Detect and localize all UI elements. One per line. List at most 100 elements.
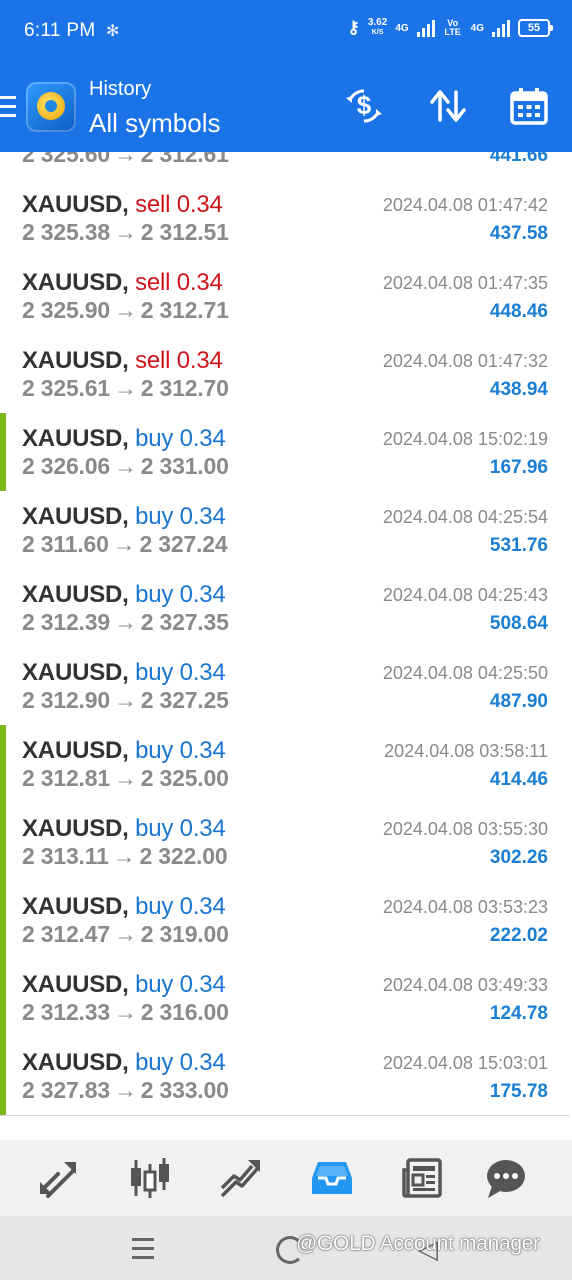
signal-icon — [416, 19, 435, 37]
calendar-icon[interactable] — [509, 86, 549, 126]
price-arrow-icon: → — [113, 1077, 137, 1103]
news-icon[interactable] — [400, 1156, 444, 1200]
table-row[interactable]: XAUUSD, buy 0.34 2 312.81 → 2 325.00 2024.04… — [0, 725, 570, 804]
deal-title: XAUUSD, buy 0.34 — [22, 503, 226, 531]
deal-volume: 0.34 — [179, 893, 226, 920]
table-row[interactable]: XAUUSD, buy 0.34 2 311.60 → 2 327.24 2024.04… — [0, 491, 570, 570]
price-arrow-icon: → — [113, 999, 137, 1025]
deal-volume: 0.34 — [179, 815, 226, 842]
open-price: 2 312.47 — [22, 921, 110, 947]
table-row[interactable]: XAUUSD, sell 0.34 2 325.90 → 2 312.71 2024.0… — [0, 257, 570, 336]
chat-icon[interactable] — [484, 1156, 528, 1200]
network-type-1: 4G — [395, 22, 409, 34]
close-price: 2 327.35 — [140, 609, 229, 635]
price-arrow-icon: → — [113, 609, 137, 635]
close-price: 2 331.00 — [140, 453, 229, 479]
battery-icon: 55 — [518, 19, 553, 37]
menu-icon[interactable] — [0, 96, 16, 118]
close-price: 2 312.61 — [140, 152, 229, 167]
deal-prices: 2 325.61 → 2 312.70 — [22, 375, 229, 402]
open-price: 2 325.61 — [22, 375, 110, 401]
open-price: 2 312.33 — [22, 999, 110, 1025]
history-list[interactable]: XAUUSD, sell 0.342 325.60→2 312.612024.0… — [0, 152, 572, 1140]
deal-prices: 2 313.11 → 2 322.00 — [22, 843, 228, 870]
deal-title: XAUUSD, buy 0.34 — [22, 425, 226, 453]
deal-volume: 0.34 — [179, 503, 226, 530]
open-price: 2 325.90 — [22, 297, 110, 323]
symbol-label: XAUUSD, — [22, 269, 129, 296]
table-row[interactable]: XAUUSD, sell 0.34 2 325.38 → 2 312.51 2024.0… — [0, 179, 570, 258]
table-row[interactable]: XAUUSD, buy 0.34 2 327.83 → 2 333.00 2024.04… — [0, 1037, 570, 1116]
table-row[interactable]: XAUUSD, buy 0.34 2 312.47 → 2 319.00 2024.04… — [0, 881, 570, 960]
deal-side: buy — [135, 659, 174, 686]
deal-side: sell — [135, 191, 171, 218]
close-price: 2 316.00 — [140, 999, 229, 1025]
deal-prices: 2 325.38 → 2 312.51 — [22, 219, 229, 246]
table-row[interactable]: XAUUSD, sell 0.342 325.60→2 312.612024.0… — [0, 152, 570, 180]
close-price: 2 312.51 — [140, 219, 229, 245]
deal-title: XAUUSD, sell 0.34 — [22, 347, 223, 375]
deal-side: buy — [135, 1049, 174, 1076]
bottom-nav — [0, 1140, 572, 1216]
deal-prices: 2 312.47 → 2 319.00 — [22, 921, 229, 948]
deal-time: 2024.04.08 04:25:43 — [382, 585, 548, 605]
close-price: 2 325.00 — [140, 765, 229, 791]
chart-candles-icon[interactable] — [128, 1156, 172, 1200]
open-price: 2 326.06 — [22, 453, 110, 479]
price-arrow-icon: → — [113, 297, 137, 323]
deal-profit: 531.76 — [489, 535, 548, 556]
price-arrow-icon: → — [113, 765, 137, 791]
table-row[interactable]: XAUUSD, buy 0.34 2 326.06 → 2 331.00 2024.04… — [0, 413, 570, 492]
deal-time: 2024.04.08 01:47:42 — [382, 195, 548, 215]
open-price: 2 325.60 — [22, 152, 110, 167]
table-row[interactable]: XAUUSD, buy 0.34 2 313.11 → 2 322.00 2024.04… — [0, 803, 570, 882]
deal-profit: 437.58 — [489, 223, 548, 244]
recent-apps-icon[interactable] — [132, 1238, 154, 1265]
deal-profit: 414.46 — [489, 769, 548, 790]
deal-prices: 2 326.06 → 2 331.00 — [22, 453, 229, 480]
battery-level: 55 — [527, 22, 541, 34]
symbol-label: XAUUSD, — [22, 347, 129, 374]
deal-prices: 2 312.39 → 2 327.35 — [22, 609, 229, 636]
deal-profit: 448.46 — [489, 301, 548, 322]
system-nav-bar: ◁ @GOLD Account manager — [0, 1216, 572, 1280]
deal-profit: 302.26 — [489, 847, 548, 868]
table-row[interactable]: XAUUSD, buy 0.34 2 312.33 → 2 316.00 2024.04… — [0, 959, 570, 1038]
history-inbox-icon[interactable] — [310, 1156, 354, 1200]
symbol-label: XAUUSD, — [22, 503, 129, 530]
deal-prices: 2 311.60 → 2 327.24 — [22, 531, 228, 558]
position-marker — [0, 881, 6, 959]
open-price: 2 327.83 — [22, 1077, 110, 1103]
network-type-2: 4G — [470, 22, 484, 34]
deal-time: 2024.04.08 03:53:23 — [382, 897, 548, 917]
price-arrow-icon: → — [113, 219, 137, 245]
trade-icon[interactable] — [218, 1156, 262, 1200]
volte-label: Vo LTE — [444, 18, 461, 37]
quotes-icon[interactable] — [36, 1156, 80, 1200]
deal-side: buy — [135, 971, 174, 998]
speed-unit: K/S — [371, 29, 384, 36]
table-row[interactable]: XAUUSD, buy 0.34 2 312.90 → 2 327.25 2024.04… — [0, 647, 570, 726]
deal-volume: 0.34 — [179, 659, 226, 686]
position-marker — [0, 803, 6, 881]
deal-side: buy — [135, 737, 174, 764]
deal-time: 2024.04.08 03:55:30 — [382, 819, 548, 839]
page-title[interactable]: All symbols — [89, 108, 220, 139]
sort-icon[interactable] — [428, 86, 468, 126]
symbol-label: XAUUSD, — [22, 1049, 129, 1076]
close-price: 2 312.71 — [140, 297, 229, 323]
table-row[interactable]: XAUUSD, sell 0.34 2 325.61 → 2 312.70 2024.0… — [0, 335, 570, 414]
position-marker — [0, 725, 6, 803]
deal-title: XAUUSD, sell 0.34 — [22, 191, 223, 219]
vpn-key-icon: ⚷ — [347, 18, 360, 37]
deal-prices: 2 325.60 → 2 312.61 — [22, 152, 229, 168]
table-row[interactable]: XAUUSD, buy 0.34 2 312.39 → 2 327.35 2024.04… — [0, 569, 570, 648]
deal-volume: 0.34 — [179, 425, 226, 452]
deal-volume: 0.34 — [179, 581, 226, 608]
dollar-sync-icon[interactable]: $ — [344, 86, 384, 126]
status-time: 6:11 PM — [24, 20, 96, 41]
deal-volume: 0.34 — [179, 1049, 226, 1076]
app-logo — [26, 82, 76, 132]
deal-time: 2024.04.08 01:47:35 — [382, 273, 548, 293]
deal-side: sell — [135, 347, 171, 374]
